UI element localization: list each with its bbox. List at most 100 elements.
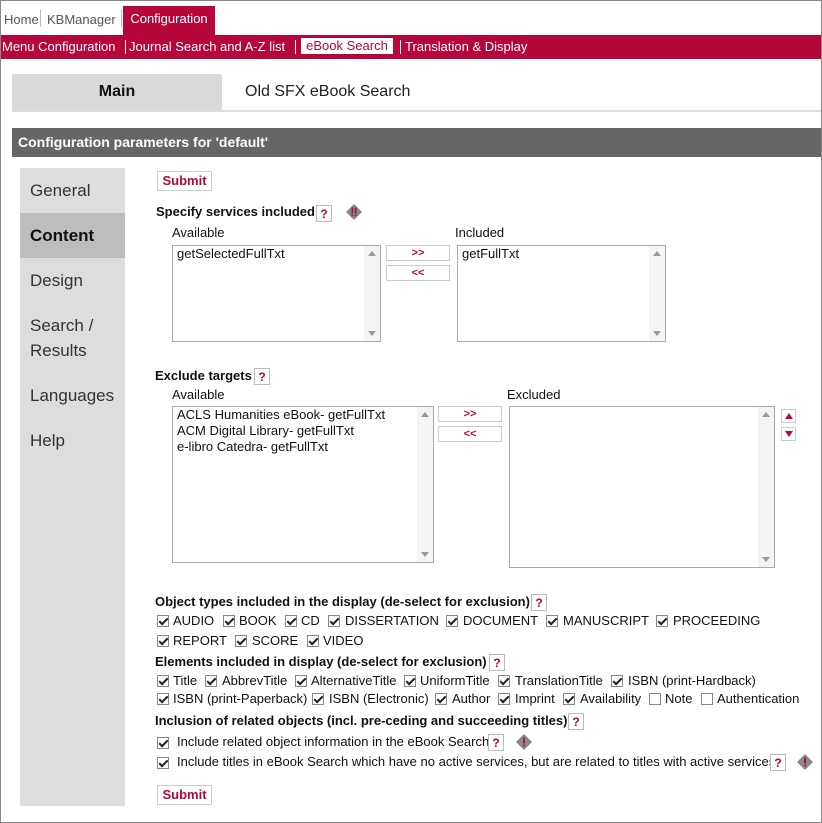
services-remove-button[interactable]: << <box>386 265 450 281</box>
submit-button[interactable]: Submit <box>157 171 212 191</box>
targets-remove-button[interactable]: << <box>438 426 502 442</box>
checkbox-label: AbbrevTitle <box>222 673 288 688</box>
services-add-button[interactable]: >> <box>386 245 450 261</box>
checkbox-document[interactable] <box>446 615 458 627</box>
list-item[interactable]: ACLS Humanities eBook- getFullTxt <box>173 407 433 423</box>
translation-display-link[interactable]: Translation & Display <box>405 39 527 54</box>
scrollbar[interactable] <box>649 246 665 341</box>
checkbox-dissertation[interactable] <box>328 615 340 627</box>
services-warning-icon <box>346 204 362 220</box>
separator <box>295 40 296 54</box>
checkbox-label: UniformTitle <box>420 673 490 688</box>
journal-search-link[interactable]: Journal Search and A-Z list <box>129 39 285 54</box>
side-nav-search-results[interactable]: Search / Results <box>20 313 125 363</box>
targets-excluded-list[interactable] <box>509 406 775 568</box>
checkbox-label: Include titles in eBook Search which hav… <box>177 754 776 769</box>
checkbox-author[interactable] <box>435 693 447 705</box>
checkbox-report[interactable] <box>157 635 169 647</box>
services-help-icon[interactable]: ? <box>316 205 332 222</box>
arrow-down-icon <box>785 431 793 437</box>
elements-title: Elements included in display (de-select … <box>155 654 487 669</box>
checkbox-label: AUDIO <box>173 613 215 628</box>
related-title: Inclusion of related objects (incl. pre-… <box>155 713 568 728</box>
targets-excluded-label: Excluded <box>507 387 561 402</box>
tab-divider <box>12 110 821 112</box>
checkbox-score[interactable] <box>235 635 247 647</box>
side-nav-design[interactable]: Design <box>20 268 125 293</box>
list-item[interactable]: ACM Digital Library- getFullTxt <box>173 423 433 439</box>
side-nav-help[interactable]: Help <box>20 428 125 453</box>
side-nav-content[interactable]: Content <box>20 213 125 258</box>
checkbox-include-related[interactable] <box>157 737 169 749</box>
checkbox-authentication[interactable] <box>701 693 713 705</box>
separator <box>40 10 41 27</box>
checkbox-label: CD <box>301 613 320 628</box>
object-types-help-icon[interactable]: ? <box>531 594 547 611</box>
checkbox-label: DOCUMENT <box>463 613 539 628</box>
side-nav-results-label: Results <box>30 341 87 360</box>
checkbox-availability[interactable] <box>563 693 575 705</box>
side-nav-languages[interactable]: Languages <box>20 383 125 408</box>
include-related-help-icon[interactable]: ? <box>488 734 504 751</box>
configuration-tab[interactable]: Configuration <box>123 6 215 35</box>
move-down-button[interactable] <box>781 427 796 441</box>
include-titles-help-icon[interactable]: ? <box>770 754 786 771</box>
list-item[interactable]: getSelectedFullTxt <box>173 246 380 262</box>
ebook-search-link[interactable]: eBook Search <box>301 38 393 54</box>
checkbox-label: Include related object information in th… <box>177 734 490 749</box>
checkbox-audio[interactable] <box>157 615 169 627</box>
checkbox-label: MANUSCRIPT <box>563 613 649 628</box>
tab-main[interactable]: Main <box>12 74 222 110</box>
services-included-list[interactable]: getFullTxt <box>457 245 666 342</box>
checkbox-include-titles[interactable] <box>157 757 169 769</box>
targets-available-list[interactable]: ACLS Humanities eBook- getFullTxt ACM Di… <box>172 406 434 563</box>
kbmanager-link[interactable]: KBManager <box>47 12 116 27</box>
services-included-label: Included <box>455 225 505 240</box>
checkbox-note[interactable] <box>649 693 661 705</box>
arrow-up-icon <box>785 413 793 419</box>
elements-help-icon[interactable]: ? <box>489 654 505 671</box>
checkbox-video[interactable] <box>307 635 319 647</box>
list-item[interactable]: getFullTxt <box>458 246 665 262</box>
side-nav-search-label: Search / <box>30 316 94 335</box>
related-help-icon[interactable]: ? <box>568 713 584 730</box>
checkbox-label: DISSERTATION <box>345 613 439 628</box>
targets-add-button[interactable]: >> <box>438 406 502 422</box>
checkbox-label: Author <box>452 691 491 706</box>
list-item[interactable]: e-libro Catedra- getFullTxt <box>173 439 433 455</box>
checkbox-translationtitle[interactable] <box>498 675 510 687</box>
checkbox-alternativetitle[interactable] <box>295 675 307 687</box>
submit-button-bottom[interactable]: Submit <box>157 785 212 805</box>
checkbox-cd[interactable] <box>285 615 297 627</box>
include-titles-warning-icon <box>797 754 813 770</box>
checkbox-abbrevtitle[interactable] <box>205 675 217 687</box>
checkbox-title[interactable] <box>157 675 169 687</box>
checkbox-isbn-print-hardback[interactable] <box>611 675 623 687</box>
sub-nav: Menu Configuration Journal Search and A-… <box>1 35 821 59</box>
scrollbar[interactable] <box>417 407 433 562</box>
checkbox-isbn-electronic[interactable] <box>312 693 324 705</box>
menu-configuration-link[interactable]: Menu Configuration <box>2 39 115 54</box>
checkbox-label: TranslationTitle <box>515 673 603 688</box>
checkbox-label: REPORT <box>173 633 227 648</box>
checkbox-imprint[interactable] <box>498 693 510 705</box>
scrollbar[interactable] <box>758 407 774 567</box>
checkbox-label: ISBN (print-Hardback) <box>628 673 756 688</box>
checkbox-proceeding[interactable] <box>656 615 668 627</box>
checkbox-uniformtitle[interactable] <box>404 675 416 687</box>
separator <box>400 40 401 54</box>
checkbox-isbn-print-paperback[interactable] <box>157 693 169 705</box>
targets-title: Exclude targets <box>155 368 252 383</box>
checkbox-manuscript[interactable] <box>546 615 558 627</box>
services-available-list[interactable]: getSelectedFullTxt <box>172 245 381 342</box>
home-link[interactable]: Home <box>4 12 39 27</box>
scrollbar[interactable] <box>364 246 380 341</box>
tab-old-sfx-ebook-search[interactable]: Old SFX eBook Search <box>245 74 410 110</box>
checkbox-label: Note <box>665 691 693 706</box>
include-related-warning-icon <box>516 734 532 750</box>
checkbox-book[interactable] <box>223 615 235 627</box>
side-nav-general[interactable]: General <box>20 178 125 203</box>
targets-help-icon[interactable]: ? <box>254 368 270 385</box>
checkbox-label: Availability <box>580 691 642 706</box>
move-up-button[interactable] <box>781 409 796 423</box>
